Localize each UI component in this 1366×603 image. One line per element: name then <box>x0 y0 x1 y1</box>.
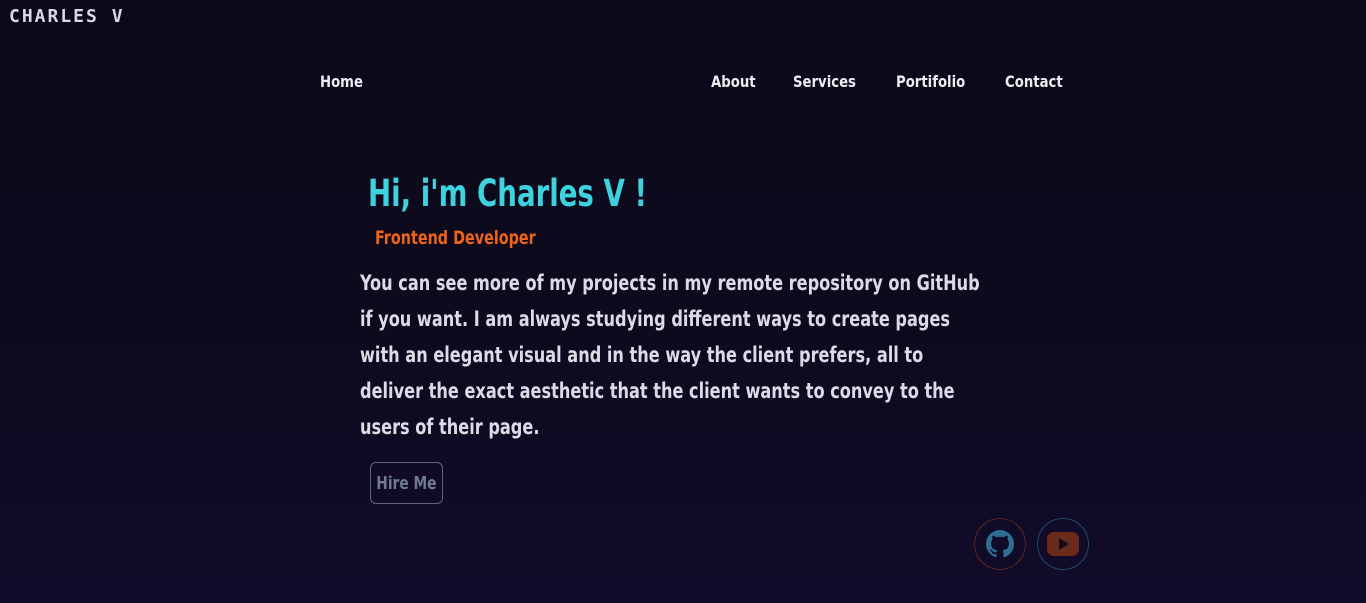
nav-about-link[interactable]: About <box>711 72 756 91</box>
github-icon <box>986 530 1014 558</box>
github-link[interactable] <box>974 518 1026 570</box>
nav-contact-link[interactable]: Contact <box>1005 72 1063 91</box>
hero-description: You can see more of my projects in my re… <box>360 271 980 439</box>
nav-home-link[interactable]: Home <box>320 72 363 91</box>
site-logo[interactable]: CHARLES V <box>9 6 125 27</box>
hire-me-label: Hire Me <box>376 472 437 494</box>
nav-services-link[interactable]: Services <box>793 72 856 91</box>
main-nav: About Services Portifolio Contact <box>711 72 1068 91</box>
hire-me-button[interactable]: Hire Me <box>370 462 443 504</box>
nav-portfolio-link[interactable]: Portifolio <box>896 72 965 91</box>
youtube-icon <box>1047 532 1079 556</box>
youtube-link[interactable] <box>1037 518 1089 570</box>
hero-subtitle: Frontend Developer <box>375 227 536 249</box>
hero-title: Hi, i'm Charles V ! <box>368 172 648 215</box>
